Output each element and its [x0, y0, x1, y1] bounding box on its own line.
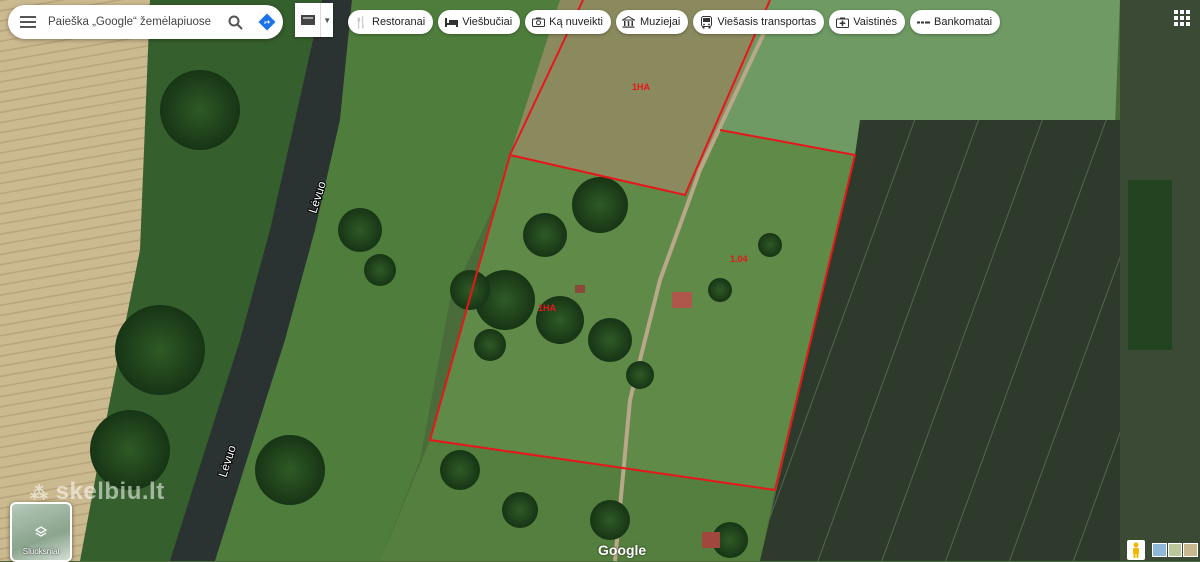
chip-bankomatai[interactable]: Bankomatai	[910, 10, 1001, 34]
chip-muziejai[interactable]: Muziejai	[615, 10, 689, 34]
imagery-thumb-1[interactable]	[1152, 543, 1167, 557]
parcel-label-right: 1.04	[730, 254, 748, 264]
layers-icon	[12, 526, 70, 538]
imagery-thumb-3[interactable]	[1183, 543, 1199, 557]
chip-label: Vaistinės	[853, 16, 898, 28]
parcel-label-top: 1HA	[632, 82, 651, 92]
chip-label: Bankomatai	[934, 16, 993, 28]
bed-icon	[444, 15, 458, 29]
chip-label: Viešbučiai	[462, 16, 513, 28]
chip-restoranai[interactable]: 🍴 Restoranai	[348, 10, 434, 34]
search-input[interactable]: Paieška „Google“ žemėlapiuose	[48, 16, 219, 28]
museum-icon	[622, 15, 636, 29]
chip-viesasis-transportas[interactable]: Viešasis transportas	[693, 10, 825, 34]
camera-icon	[531, 15, 545, 29]
barn	[702, 532, 720, 548]
watermark-icon: ⁂	[30, 483, 49, 503]
satellite-map[interactable]: Lėvuo Lėvuo 1HA 1HA 1.04	[0, 0, 1200, 561]
layers-button[interactable]: Sluoksniai	[10, 502, 72, 562]
profile-thumbnail-dropdown[interactable]: ▼	[295, 3, 333, 37]
google-logo: Google	[598, 542, 647, 558]
chip-ka-nuveikti[interactable]: Ką nuveikti	[525, 10, 611, 34]
imagery-thumb-2[interactable]	[1167, 543, 1183, 557]
bus-icon	[699, 15, 713, 29]
apps-grid-icon[interactable]	[1174, 10, 1190, 26]
shed	[575, 285, 585, 293]
menu-icon[interactable]	[8, 5, 48, 39]
pegman-icon[interactable]	[1127, 540, 1145, 560]
chip-label: Muziejai	[639, 16, 681, 28]
category-chips: 🍴 Restoranai Viešbučiai Ką nuveikti Muzie…	[348, 10, 1001, 34]
watermark-text: skelbiu.lt	[55, 478, 165, 505]
chip-label: Restoranai	[372, 16, 426, 28]
search-box[interactable]: Paieška „Google“ žemėlapiuose	[8, 5, 283, 39]
search-icon[interactable]	[219, 5, 251, 39]
thumbnail-image[interactable]	[295, 3, 320, 37]
atm-icon	[916, 15, 930, 29]
chip-label: Ką nuveikti	[549, 16, 603, 28]
directions-icon[interactable]	[251, 5, 283, 39]
chip-vaistines[interactable]: Vaistinės	[829, 10, 906, 34]
chevron-down-icon[interactable]: ▼	[320, 3, 333, 37]
layers-label: Sluoksniai	[22, 547, 60, 556]
chip-viesbuciai[interactable]: Viešbučiai	[438, 10, 521, 34]
tree-line-right	[1128, 180, 1172, 350]
pharmacy-icon	[835, 15, 849, 29]
chip-label: Viešasis transportas	[717, 16, 817, 28]
imagery-thumbnails[interactable]	[1152, 543, 1199, 557]
house	[672, 292, 692, 308]
fork-knife-icon: 🍴	[354, 16, 368, 29]
parcel-label-middle: 1HA	[538, 303, 557, 313]
